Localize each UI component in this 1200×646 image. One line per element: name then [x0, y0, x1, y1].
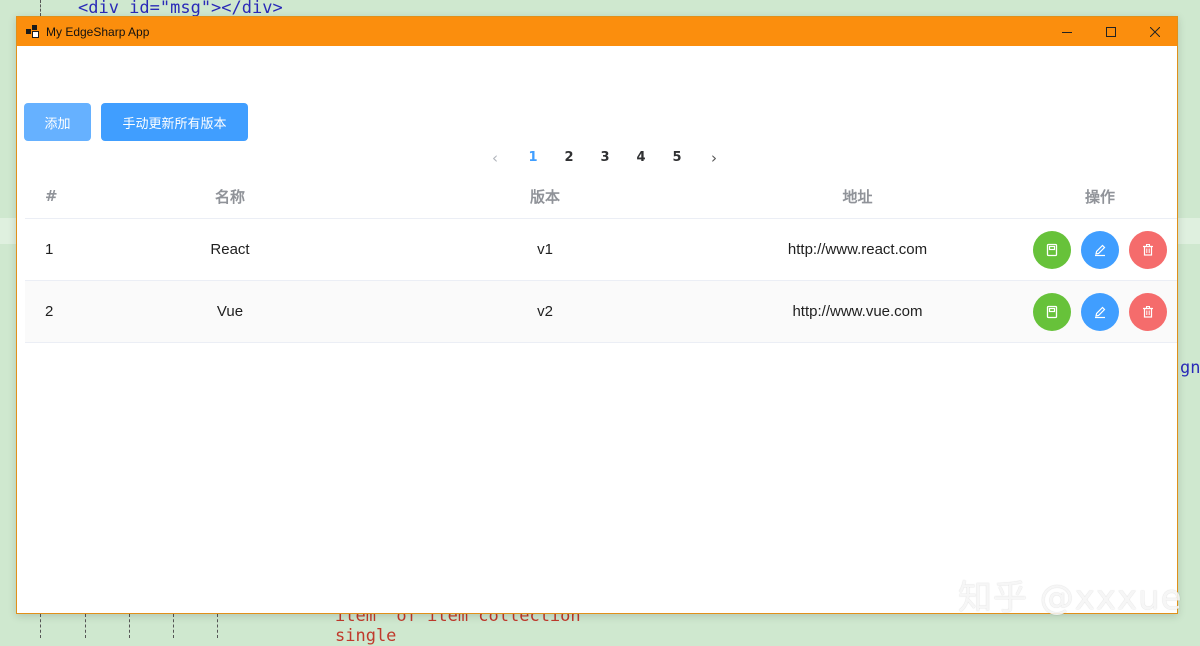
chevron-left-icon[interactable]: ‹: [485, 147, 505, 169]
edit-icon: [1095, 244, 1106, 257]
window-title: My EdgeSharp App: [46, 24, 150, 39]
row-version: v2: [537, 303, 553, 320]
close-icon: [1150, 26, 1160, 37]
header-name: 名称: [214, 187, 245, 206]
delete-button[interactable]: [1129, 231, 1167, 269]
page-2[interactable]: 2: [559, 147, 579, 169]
header-index: #: [45, 187, 58, 205]
save-icon: [1046, 305, 1058, 319]
page-3[interactable]: 3: [595, 147, 615, 169]
indent-guide: [173, 614, 174, 638]
save-button[interactable]: [1033, 293, 1071, 331]
add-button[interactable]: 添加: [24, 103, 91, 141]
maximize-icon: [1106, 26, 1116, 37]
save-icon: [1046, 243, 1058, 257]
edit-button[interactable]: [1081, 293, 1119, 331]
header-url: 地址: [842, 187, 873, 206]
row-url: http://www.vue.com: [792, 303, 923, 320]
watermark: 知乎 @xxxue: [958, 578, 1183, 618]
indent-guide: [217, 614, 218, 638]
chevron-right-icon[interactable]: ›: [704, 147, 724, 169]
row-index: 2: [45, 303, 54, 320]
close-button[interactable]: [1133, 17, 1177, 46]
page-5[interactable]: 5: [667, 147, 687, 169]
code-line-fragment: gn: [1180, 358, 1200, 378]
table-header: # 名称 版本 地址 操作: [25, 174, 1177, 219]
row-version: v1: [537, 241, 553, 258]
pagination: ‹ 1 2 3 4 5 ›: [17, 147, 1177, 169]
delete-icon: [1143, 244, 1153, 256]
row-name: React: [210, 241, 250, 258]
indent-guide: [85, 614, 86, 638]
versions-table: # 名称 版本 地址 操作 1 React v1 http://www.reac…: [25, 174, 1177, 343]
minimize-icon: [1062, 31, 1072, 33]
update-all-versions-button[interactable]: 手动更新所有版本: [101, 103, 248, 141]
app-icon: [26, 24, 40, 39]
app-window: My EdgeSharp App 添加 手动更新所有版本 ‹ 1 2 3 4 5…: [16, 16, 1178, 614]
row-actions: [1033, 231, 1167, 269]
delete-button[interactable]: [1129, 293, 1167, 331]
row-url: http://www.react.com: [787, 241, 928, 258]
indent-guide: [129, 614, 130, 638]
window-controls: [1045, 17, 1177, 46]
header-version: 版本: [529, 187, 560, 206]
row-index: 1: [45, 241, 54, 258]
table-row: 1 React v1 http://www.react.com: [25, 219, 1177, 281]
edit-icon: [1095, 306, 1106, 319]
row-name: Vue: [216, 303, 244, 320]
title-bar[interactable]: My EdgeSharp App: [17, 17, 1177, 46]
table-row: 2 Vue v2 http://www.vue.com: [25, 281, 1177, 343]
page-1[interactable]: 1: [523, 147, 543, 169]
maximize-button[interactable]: [1089, 17, 1133, 46]
code-line-single: single: [335, 626, 397, 646]
edit-button[interactable]: [1081, 231, 1119, 269]
page-4[interactable]: 4: [631, 147, 651, 169]
header-actions: 操作: [1084, 187, 1115, 206]
row-actions: [1033, 293, 1167, 331]
indent-guide: [40, 0, 41, 16]
save-button[interactable]: [1033, 231, 1071, 269]
delete-icon: [1143, 306, 1153, 318]
minimize-button[interactable]: [1045, 17, 1089, 46]
indent-guide: [40, 614, 41, 638]
